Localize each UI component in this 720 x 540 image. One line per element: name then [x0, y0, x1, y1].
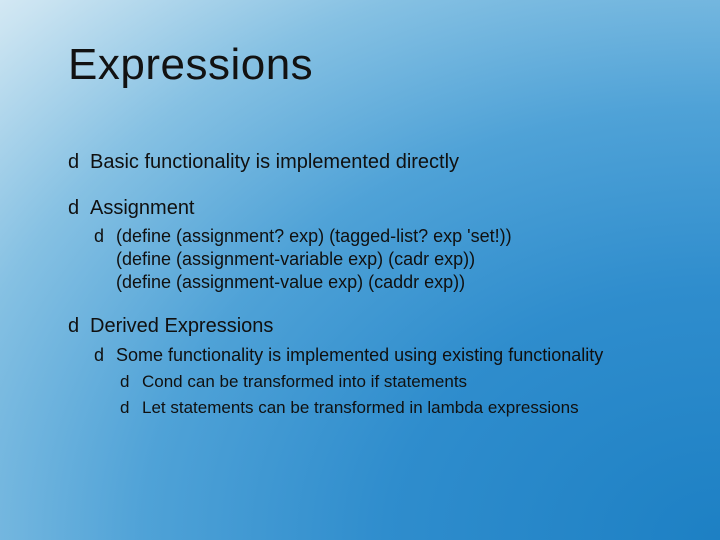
- bullet-icon: d: [94, 225, 116, 248]
- bullet-derived-expressions: dDerived Expressions: [68, 314, 660, 340]
- bullet-cond-transform: dCond can be transformed into if stateme…: [120, 371, 660, 393]
- bullet-text: Some functionality is implemented using …: [116, 345, 603, 365]
- bullet-text: Let statements can be transformed in lam…: [142, 398, 579, 417]
- bullet-some-functionality: dSome functionality is implemented using…: [94, 344, 614, 367]
- bullet-icon: d: [120, 371, 142, 393]
- bullet-text: Derived Expressions: [90, 315, 273, 337]
- bullet-basic-functionality: dBasic functionality is implemented dire…: [68, 150, 660, 176]
- bullet-assignment: dAssignment: [68, 196, 660, 222]
- bullet-text: Basic functionality is implemented direc…: [90, 151, 459, 173]
- slide: Expressions dBasic functionality is impl…: [0, 0, 720, 540]
- bullet-icon: d: [68, 150, 90, 176]
- slide-title: Expressions: [68, 40, 313, 90]
- bullet-icon: d: [68, 314, 90, 340]
- bullet-let-transform: dLet statements can be transformed in la…: [120, 397, 660, 419]
- bullet-icon: d: [120, 397, 142, 419]
- bullet-assignment-code: d(define (assignment? exp) (tagged-list?…: [94, 225, 514, 294]
- bullet-icon: d: [94, 344, 116, 367]
- bullet-text: (define (assignment? exp) (tagged-list? …: [116, 226, 512, 292]
- bullet-text: Assignment: [90, 197, 195, 219]
- bullet-text: Cond can be transformed into if statemen…: [142, 372, 467, 391]
- slide-body: dBasic functionality is implemented dire…: [68, 140, 660, 418]
- bullet-icon: d: [68, 196, 90, 222]
